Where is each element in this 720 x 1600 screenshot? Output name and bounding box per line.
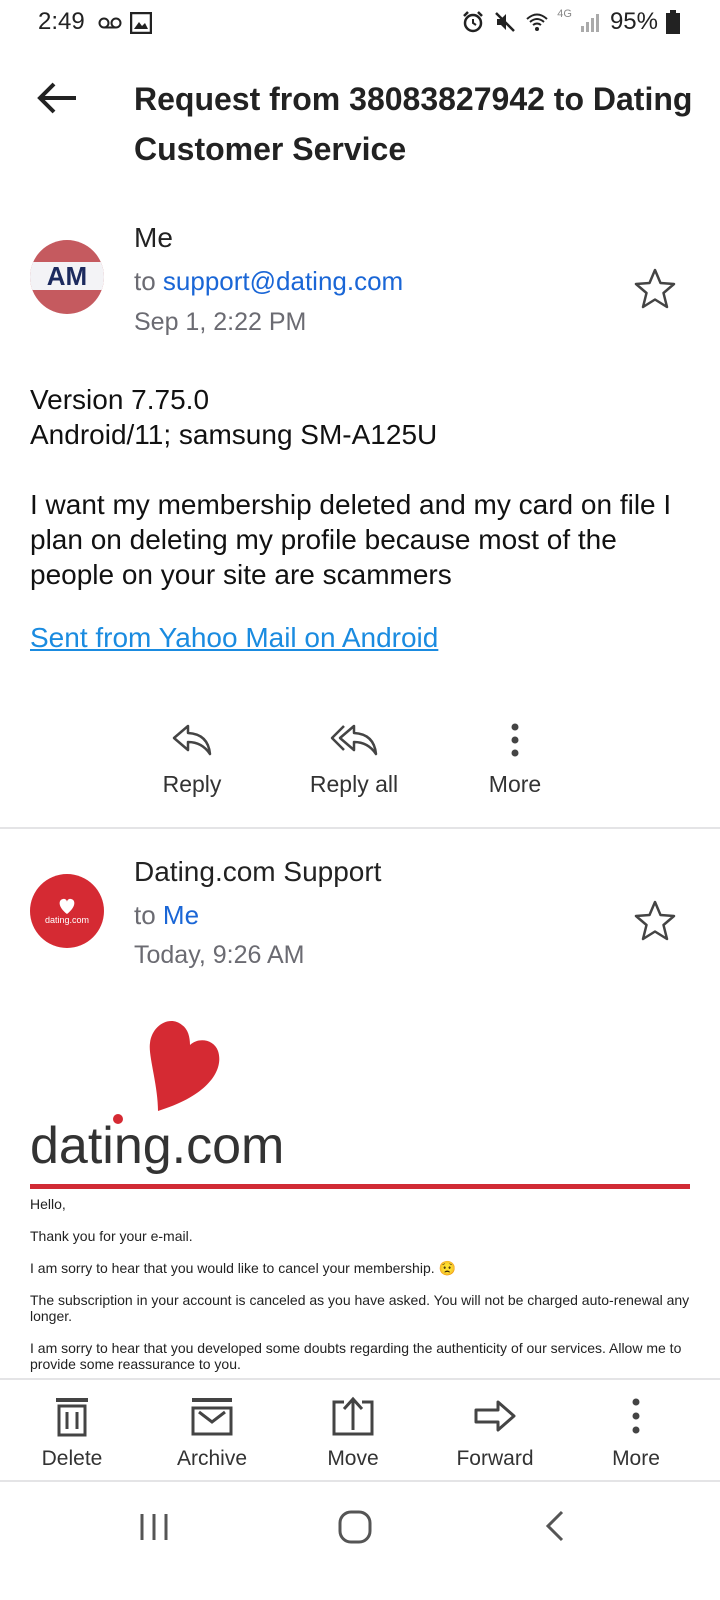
home-button[interactable] <box>336 1506 376 1551</box>
system-back-button[interactable] <box>538 1508 574 1549</box>
heart-icon <box>59 898 75 914</box>
archive-button[interactable]: Archive <box>152 1394 272 1471</box>
reply-icon <box>172 724 212 756</box>
message-divider <box>0 827 720 829</box>
reply-all-button[interactable]: Reply all <box>294 720 414 798</box>
delete-label: Delete <box>41 1447 103 1470</box>
to-label: to <box>134 266 156 296</box>
reply-all-icon <box>330 724 378 756</box>
alarm-icon <box>463 11 484 33</box>
sender-name: Dating.com Support <box>134 856 382 887</box>
body-line: Version 7.75.0 <box>30 384 210 415</box>
status-bar: 2:49 4G 95% <box>0 0 720 44</box>
system-nav-bar <box>0 1482 720 1600</box>
more-vertical-icon <box>632 1398 640 1434</box>
bottom-toolbar: Delete Archive Move Forward More <box>0 1378 720 1482</box>
move-label: Move <box>327 1447 379 1470</box>
star-button[interactable] <box>632 266 678 312</box>
more-label: More <box>612 1447 660 1470</box>
heart-logo-icon <box>149 1021 220 1111</box>
avatar-logo-text: dating.com <box>45 915 89 925</box>
reply-button[interactable]: Reply <box>132 720 252 798</box>
signature-link[interactable]: Sent from Yahoo Mail on Android <box>30 622 438 654</box>
avatar[interactable]: dating.com <box>30 874 104 948</box>
star-icon <box>634 900 676 941</box>
image-icon <box>130 12 152 34</box>
forward-button[interactable]: Forward <box>435 1394 555 1471</box>
back-arrow-icon <box>37 82 76 114</box>
body-paragraph: I want my membership deleted and my card… <box>30 489 672 590</box>
more-button[interactable]: More <box>455 720 575 798</box>
message-date: Sep 1, 2:22 PM <box>134 308 307 336</box>
avatar[interactable]: AM <box>30 240 104 314</box>
move-icon <box>332 1396 374 1436</box>
battery-icon <box>666 10 680 34</box>
more-vertical-icon <box>511 723 519 757</box>
archive-icon <box>191 1398 233 1436</box>
body-paragraph: The subscription in your account is canc… <box>30 1292 690 1324</box>
recipient-line: to Me <box>134 900 199 931</box>
archive-label: Archive <box>176 1447 248 1470</box>
email-subject: Request from 38083827942 to Dating Custo… <box>134 81 693 167</box>
message-body: Version 7.75.0 Android/11; samsung SM-A1… <box>30 382 690 592</box>
star-icon <box>634 268 676 309</box>
message-date: Today, 9:26 AM <box>134 941 305 969</box>
reply-label: Reply <box>162 771 222 797</box>
more-button[interactable]: More <box>576 1394 696 1471</box>
recipient-line: to support@dating.com <box>134 266 403 297</box>
forward-label: Forward <box>456 1447 534 1470</box>
more-label: More <box>488 771 542 797</box>
recipient-address[interactable]: support@dating.com <box>163 266 403 296</box>
trash-icon <box>56 1398 88 1437</box>
recents-icon <box>140 1514 168 1540</box>
move-button[interactable]: Move <box>293 1394 413 1471</box>
voicemail-icon <box>98 17 122 29</box>
battery-percent: 95% <box>609 8 658 35</box>
chevron-left-icon <box>545 1510 564 1542</box>
body-paragraph: I am sorry to hear that you would like t… <box>30 1260 456 1276</box>
forward-icon <box>474 1400 516 1432</box>
logo-wordmark: dating.com <box>30 1117 284 1175</box>
mute-icon <box>495 12 516 32</box>
status-time: 2:49 <box>38 8 85 35</box>
body-paragraph: Hello, <box>30 1196 66 1212</box>
dating-logo: dating.com <box>30 1015 330 1185</box>
body-paragraph: I am sorry to hear that you developed so… <box>30 1340 682 1372</box>
recipient-address[interactable]: Me <box>163 900 199 930</box>
recents-button[interactable] <box>136 1508 172 1549</box>
to-label: to <box>134 900 156 930</box>
star-button[interactable] <box>632 898 678 944</box>
body-paragraph: Thank you for your e-mail. <box>30 1228 193 1244</box>
home-icon <box>338 1510 372 1544</box>
wifi-icon <box>526 13 548 31</box>
back-button[interactable] <box>34 74 82 122</box>
signal-icon <box>580 14 599 32</box>
support-message-body: Hello, Thank you for your e-mail. I am s… <box>30 1196 695 1388</box>
body-line: Android/11; samsung SM-A125U <box>30 419 438 450</box>
reply-all-label: Reply all <box>309 771 399 797</box>
network-type: 4G <box>557 8 572 20</box>
delete-button[interactable]: Delete <box>12 1394 132 1471</box>
avatar-initials: AM <box>47 261 87 291</box>
logo-underline <box>30 1184 690 1189</box>
sender-name: Me <box>134 222 173 253</box>
